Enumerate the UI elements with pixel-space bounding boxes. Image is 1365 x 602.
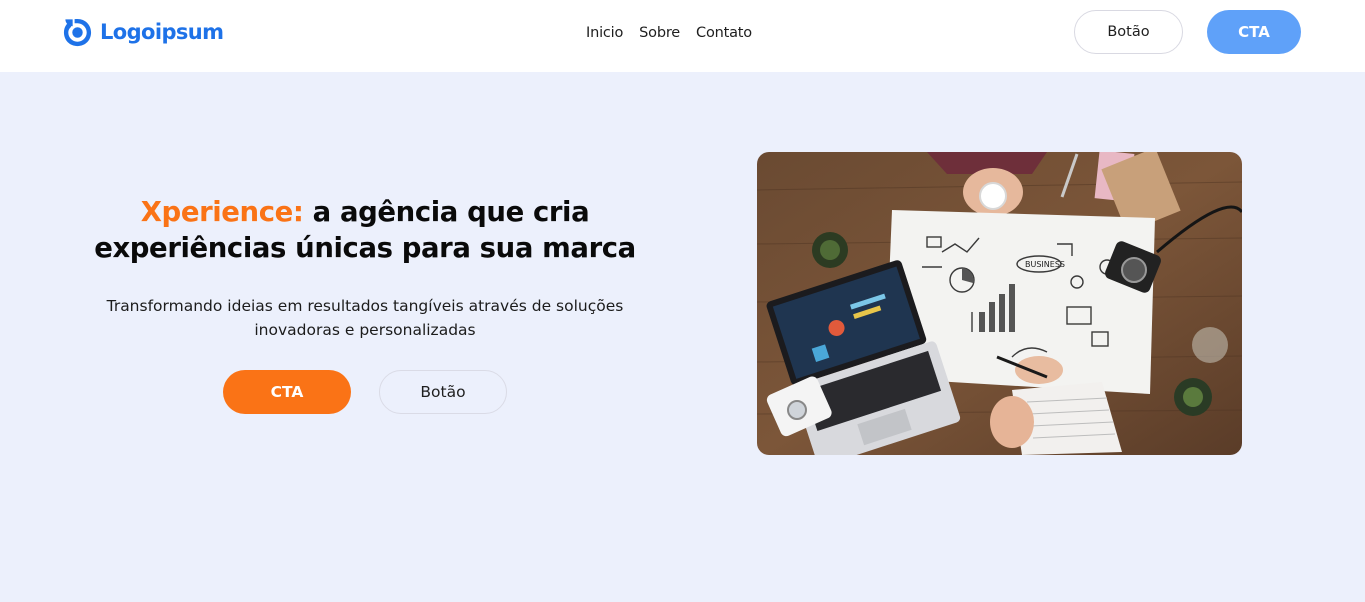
header-cta-button[interactable]: CTA xyxy=(1207,10,1301,54)
nav-link-contato[interactable]: Contato xyxy=(696,25,752,41)
nav-link-inicio[interactable]: Inicio xyxy=(586,25,623,41)
desk-photo-illustration: BUSINESS xyxy=(757,152,1242,455)
hero-title-accent: Xperience: xyxy=(140,196,304,228)
hero-cta-button[interactable]: CTA xyxy=(223,370,351,414)
logo-mark-icon xyxy=(63,18,92,46)
logo[interactable]: Logoipsum xyxy=(62,16,224,48)
hero-secondary-button[interactable]: Botão xyxy=(379,370,507,414)
hero-subtitle: Transformando ideias em resultados tangí… xyxy=(106,297,624,339)
site-header: Logoipsum Inicio Sobre Contato Botão CTA xyxy=(0,0,1365,72)
logo-text: Logoipsum xyxy=(100,20,224,44)
main-nav: Inicio Sobre Contato xyxy=(586,22,752,44)
hero-title: Xperience: a agência que cria experiênci… xyxy=(70,194,660,266)
hero-image: BUSINESS xyxy=(757,152,1242,455)
nav-link-sobre[interactable]: Sobre xyxy=(639,25,680,41)
header-secondary-button[interactable]: Botão xyxy=(1074,10,1183,54)
svg-text:BUSINESS: BUSINESS xyxy=(1025,260,1065,269)
